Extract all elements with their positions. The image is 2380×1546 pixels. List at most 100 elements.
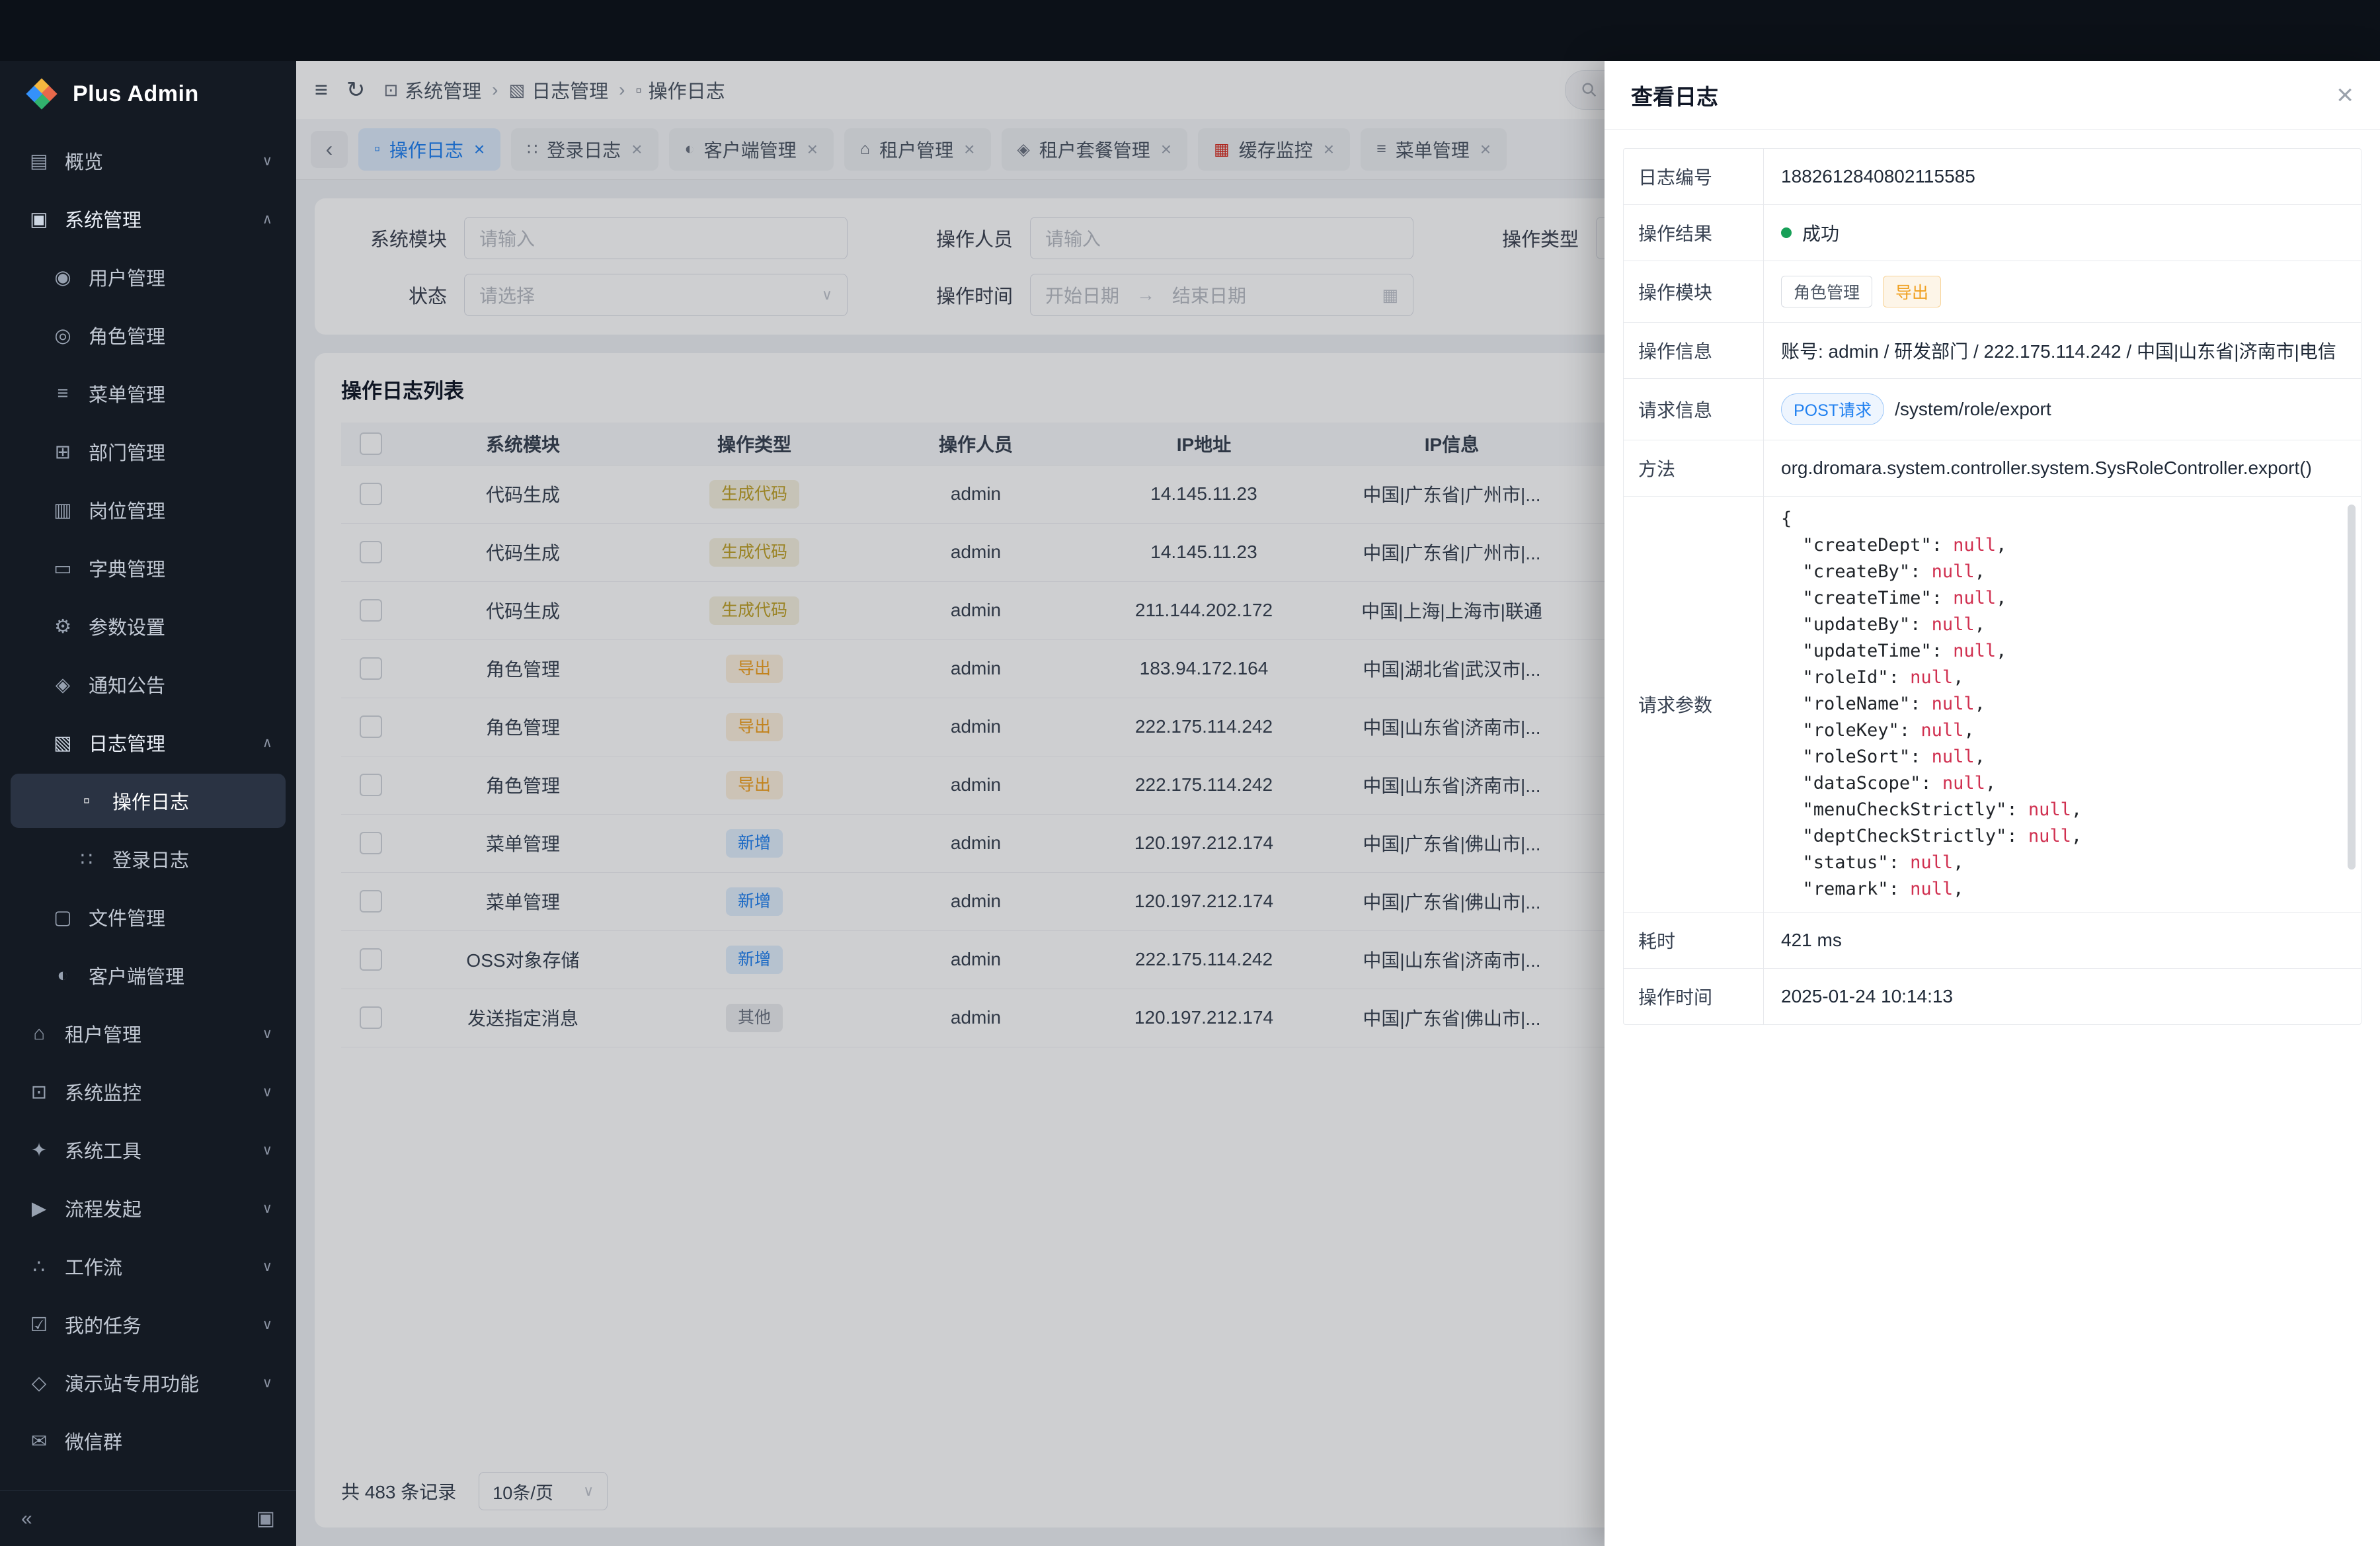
sidebar-item-label: 日志管理	[89, 729, 165, 756]
sidebar-item-process-start[interactable]: ▶流程发起∨	[11, 1181, 286, 1235]
log-id-value: 1882612840802115585	[1764, 149, 2361, 204]
chevron-down-icon: ∨	[256, 153, 272, 169]
json-line: {	[1781, 506, 2332, 532]
collapse-sidebar-icon[interactable]: «	[21, 1508, 32, 1530]
params-value: { "createDept": null, "createBy": null, …	[1764, 497, 2361, 912]
close-drawer-icon[interactable]: ×	[2336, 81, 2354, 110]
sidebar-item-label: 概览	[65, 147, 103, 175]
duration-value: 421 ms	[1764, 913, 2361, 968]
chevron-down-icon: ∨	[256, 1258, 272, 1275]
detail-row-params: 请求参数 { "createDept": null, "createBy": n…	[1624, 497, 2361, 913]
sidebar-item-label: 系统监控	[65, 1078, 141, 1106]
json-line: "menuCheckStrictly": null,	[1781, 797, 2332, 823]
sidebar-item-demo-features[interactable]: ◇演示站专用功能∨	[11, 1356, 286, 1410]
demo-icon: ◇	[24, 1371, 54, 1395]
json-line: "roleName": null,	[1781, 691, 2332, 717]
json-line: "remark": null,	[1781, 876, 2332, 903]
sidebar-item-label: 微信群	[65, 1427, 122, 1455]
sidebar-item-system-monitor[interactable]: ⊡系统监控∨	[11, 1065, 286, 1119]
tools-icon: ✦	[24, 1139, 54, 1162]
time-value: 2025-01-24 10:14:13	[1764, 969, 2361, 1024]
chevron-up-icon: ∧	[256, 211, 272, 227]
result-value: 成功	[1764, 205, 2361, 261]
sidebar-item-overview[interactable]: ▤ 概览 ∨	[11, 134, 286, 188]
json-line: "updateTime": null,	[1781, 638, 2332, 665]
log-detail-table: 日志编号 1882612840802115585 操作结果 成功 操作模块 角色…	[1623, 148, 2361, 1025]
sidebar-item-file-management[interactable]: ▢文件管理	[11, 890, 286, 944]
chevron-down-icon: ∨	[256, 1026, 272, 1042]
detail-row-request: 请求信息 POST请求 /system/role/export	[1624, 379, 2361, 440]
sidebar-item-system-tools[interactable]: ✦系统工具∨	[11, 1123, 286, 1177]
sidebar-item-label: 系统工具	[65, 1136, 141, 1164]
json-line: "dataScope": null,	[1781, 770, 2332, 797]
user-icon: ◉	[48, 266, 78, 289]
chevron-down-icon: ∨	[256, 1084, 272, 1100]
sidebar-item-role-management[interactable]: ◎角色管理	[11, 308, 286, 362]
dictionary-icon: ▭	[48, 557, 78, 580]
overview-icon: ▤	[24, 149, 54, 173]
sidebar-item-param-settings[interactable]: ⚙参数设置	[11, 599, 286, 653]
json-line: "roleSort": null,	[1781, 744, 2332, 770]
json-line: "createTime": null,	[1781, 585, 2332, 612]
sidebar-item-label: 参数设置	[89, 612, 165, 640]
sidebar-item-operation-log[interactable]: ▫ 操作日志	[11, 774, 286, 828]
post-icon: ▥	[48, 499, 78, 522]
sidebar: Plus Admin ▤ 概览 ∨ ▣系统管理∧ ◉ 用户管理 ◎角色管理≡菜单管理⊞部门管…	[0, 61, 296, 1546]
json-line: "createBy": null,	[1781, 559, 2332, 585]
tasks-icon: ☑	[24, 1313, 54, 1336]
request-url: /system/role/export	[1895, 399, 2051, 420]
sidebar-item-label: 部门管理	[89, 438, 165, 466]
json-line: "createDept": null,	[1781, 532, 2332, 559]
sidebar-item-dept-management[interactable]: ⊞部门管理	[11, 425, 286, 479]
code-scrollbar-thumb[interactable]	[2348, 505, 2356, 870]
role-icon: ◎	[48, 324, 78, 347]
sidebar-footer: « ▣	[0, 1490, 296, 1546]
sidebar-item-label: 登录日志	[112, 845, 189, 873]
detail-row-time: 操作时间 2025-01-24 10:14:13	[1624, 969, 2361, 1024]
json-line: "updateBy": null,	[1781, 612, 2332, 638]
sidebar-item-label: 操作日志	[112, 787, 189, 815]
sidebar-item-label: 工作流	[65, 1252, 122, 1280]
detail-row-result: 操作结果 成功	[1624, 205, 2361, 261]
sidebar-item-post-management[interactable]: ▥ 岗位管理	[11, 483, 286, 537]
success-dot-icon	[1781, 227, 1792, 238]
method-value: org.dromara.system.controller.system.Sys…	[1764, 440, 2361, 496]
sidebar-item-my-tasks[interactable]: ☑我的任务∨	[11, 1297, 286, 1352]
post-method-tag: POST请求	[1781, 393, 1884, 425]
sidebar-item-label: 用户管理	[89, 263, 165, 291]
chevron-down-icon: ∨	[256, 1200, 272, 1217]
sidebar-item-label: 流程发起	[65, 1194, 141, 1222]
page: Plus Admin ▤ 概览 ∨ ▣系统管理∧ ◉ 用户管理 ◎角色管理≡菜单管理⊞部门管…	[0, 0, 2380, 1546]
chevron-down-icon: ∨	[256, 1375, 272, 1391]
operation-log-icon: ▫	[71, 790, 102, 812]
pin-sidebar-icon[interactable]: ▣	[257, 1507, 275, 1530]
sidebar-item-label: 通知公告	[89, 671, 165, 698]
log-management-icon: ▧	[48, 731, 78, 754]
drawer-title: 查看日志	[1631, 79, 1718, 111]
sidebar-item-tenant-management[interactable]: ⌂租户管理∨	[11, 1006, 286, 1061]
drawer-header: 查看日志 ×	[1605, 61, 2380, 130]
json-line: "roleId": null,	[1781, 665, 2332, 691]
sidebar-item-system-management[interactable]: ▣系统管理∧	[11, 192, 286, 246]
sidebar-item-notice[interactable]: ◈通知公告	[11, 657, 286, 712]
app-logo[interactable]: Plus Admin	[0, 61, 296, 127]
request-params-code[interactable]: { "createDept": null, "createBy": null, …	[1781, 506, 2332, 903]
sidebar-item-client-management[interactable]: ◐客户端管理	[11, 948, 286, 1002]
sidebar-item-label: 岗位管理	[89, 496, 165, 524]
sidebar-item-login-log[interactable]: ∷ 登录日志	[11, 832, 286, 886]
view-log-drawer: 查看日志 × 日志编号 1882612840802115585 操作结果 成功 …	[1605, 61, 2380, 1546]
request-value: POST请求 /system/role/export	[1764, 379, 2361, 440]
sidebar-item-log-management[interactable]: ▧ 日志管理 ∧	[11, 715, 286, 770]
sidebar-item-dict-management[interactable]: ▭字典管理	[11, 541, 286, 595]
menu-icon: ≡	[48, 383, 78, 405]
sidebar-item-label: 文件管理	[89, 903, 165, 931]
login-log-icon: ∷	[71, 848, 102, 871]
detail-row-duration: 耗时 421 ms	[1624, 913, 2361, 969]
sidebar-item-user-management[interactable]: ◉ 用户管理	[11, 250, 286, 304]
sidebar-item-wechat-group[interactable]: ✉微信群	[11, 1414, 286, 1468]
sidebar-item-workflow[interactable]: ∴ 工作流 ∨	[11, 1239, 286, 1293]
workflow-icon: ∴	[24, 1255, 54, 1278]
chevron-up-icon: ∧	[256, 735, 272, 751]
sidebar-item-menu-management[interactable]: ≡菜单管理	[11, 366, 286, 421]
detail-row-info: 操作信息 账号: admin / 研发部门 / 222.175.114.242 …	[1624, 323, 2361, 379]
